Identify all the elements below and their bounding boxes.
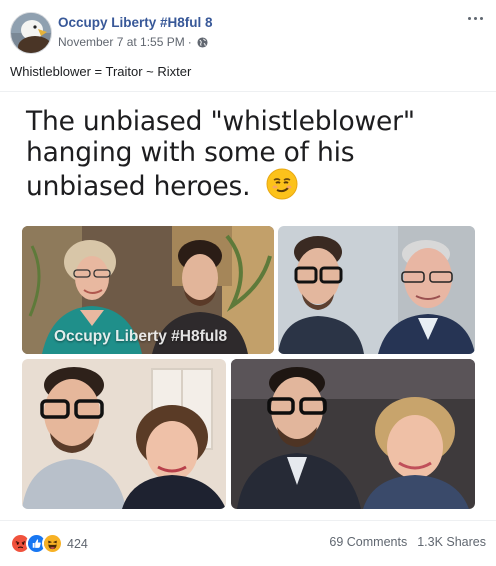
smirking-face-emoji: [266, 168, 298, 207]
image-watermark: Occupy Liberty #H8ful8: [54, 328, 228, 345]
post-footer: 424 69 Comments 1.3K Shares: [0, 528, 496, 558]
globe-icon: [197, 36, 208, 48]
headline-line: The unbiased "whistleblower": [26, 106, 415, 137]
image-headline: The unbiased "whistleblower" hanging wit…: [26, 106, 486, 207]
post-timestamp[interactable]: November 7 at 1:55 PM: [58, 35, 185, 49]
photo-top-right: [278, 226, 475, 354]
reaction-count[interactable]: 424: [67, 537, 88, 551]
page-avatar[interactable]: [10, 12, 52, 54]
post-text: Whistleblower = Traitor ~ Rixter: [10, 64, 192, 79]
facebook-post: Occupy Liberty #H8ful 8 November 7 at 1:…: [0, 0, 496, 566]
meta-separator: ·: [187, 35, 192, 49]
more-options-icon[interactable]: [464, 10, 486, 26]
comments-count-link[interactable]: 69 Comments: [329, 535, 407, 549]
headline-line: hanging with some of his: [26, 137, 355, 168]
page-name-link[interactable]: Occupy Liberty #H8ful 8: [58, 15, 213, 30]
haha-reaction-icon: [42, 533, 63, 554]
photo-bottom-right: [231, 359, 475, 509]
eagle-avatar-icon: [11, 13, 51, 53]
shares-count-link[interactable]: 1.3K Shares: [417, 535, 486, 549]
post-image[interactable]: The unbiased "whistleblower" hanging wit…: [0, 91, 496, 521]
photo-top-left: Occupy Liberty #H8ful8: [22, 226, 274, 354]
post-meta: November 7 at 1:55 PM ·: [58, 35, 208, 49]
headline-line: unbiased heroes.: [26, 171, 251, 202]
photo-bottom-left: [22, 359, 226, 509]
reaction-summary[interactable]: 424: [10, 533, 88, 554]
engagement-counts: 69 Comments 1.3K Shares: [329, 535, 486, 549]
